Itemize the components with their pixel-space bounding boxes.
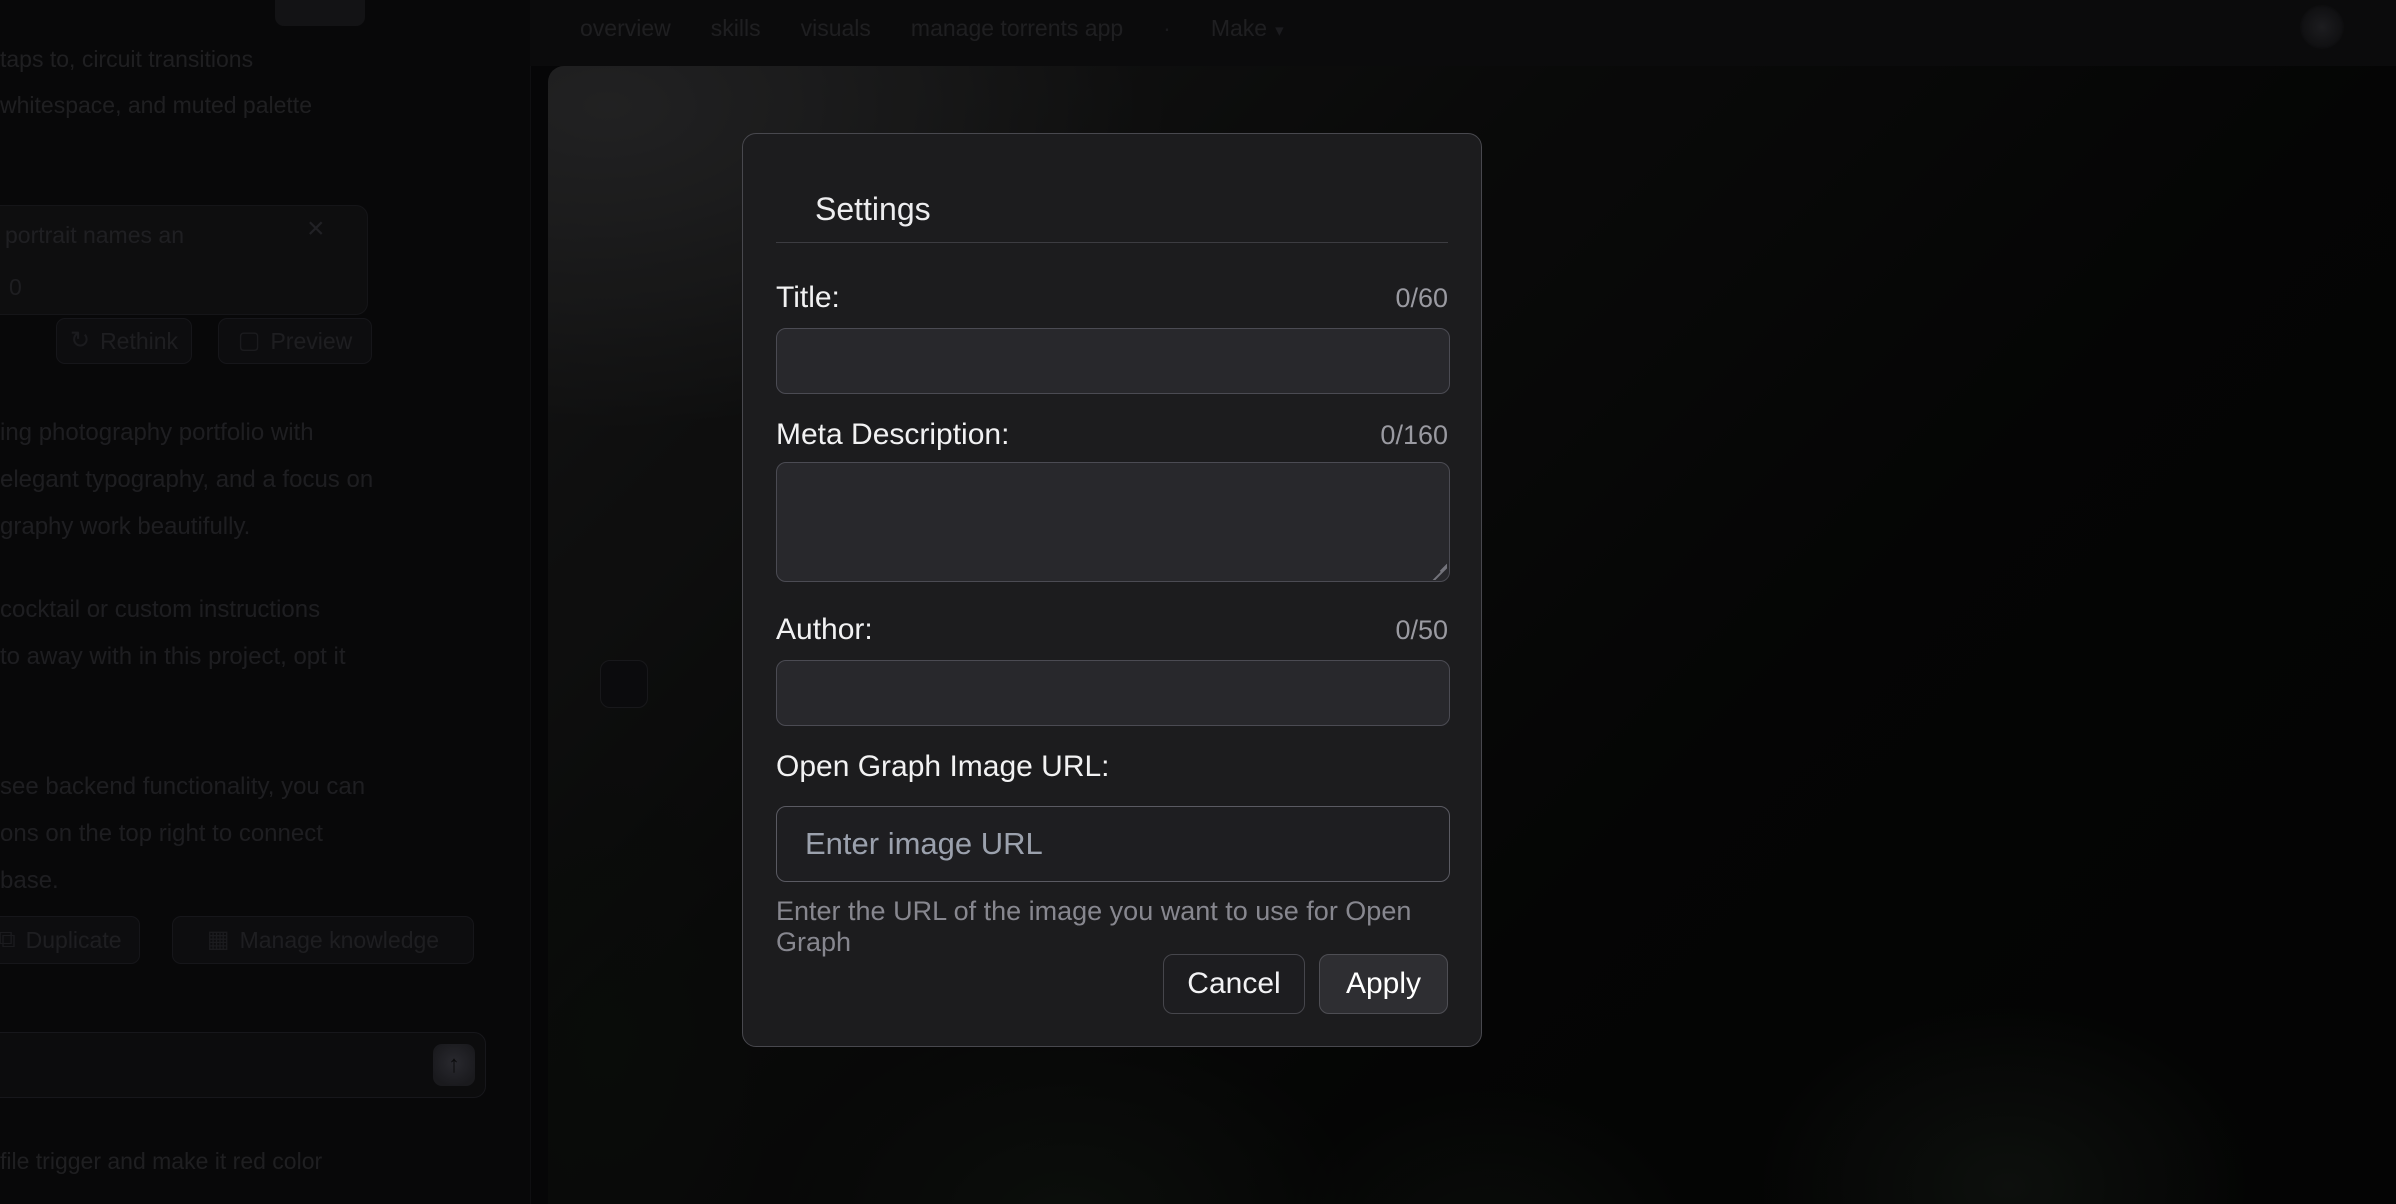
modal-button-row: Cancel Apply — [1163, 954, 1448, 1014]
apply-button[interactable]: Apply — [1319, 954, 1448, 1014]
cancel-button[interactable]: Cancel — [1163, 954, 1305, 1014]
author-label: Author: — [776, 613, 873, 647]
modal-title: Settings — [815, 191, 931, 228]
author-field-row: Author: 0/50 — [776, 613, 1448, 647]
author-input[interactable] — [776, 660, 1450, 726]
app-window: taps to, circuit transitions whitespace,… — [0, 0, 2396, 1204]
og-image-field-row: Open Graph Image URL: — [776, 750, 1448, 784]
meta-description-field-row: Meta Description: 0/160 — [776, 418, 1448, 452]
meta-description-counter: 0/160 — [1380, 420, 1448, 451]
author-counter: 0/50 — [1395, 615, 1448, 646]
modal-divider — [776, 242, 1448, 243]
og-image-label: Open Graph Image URL: — [776, 750, 1110, 784]
title-input[interactable] — [776, 328, 1450, 394]
settings-modal: Settings Title: 0/60 Meta Description: 0… — [742, 133, 1482, 1047]
og-image-url-input[interactable] — [776, 806, 1450, 882]
og-image-helper-text: Enter the URL of the image you want to u… — [776, 896, 1481, 958]
meta-description-label: Meta Description: — [776, 418, 1009, 452]
title-field-row: Title: 0/60 — [776, 281, 1448, 315]
title-label: Title: — [776, 281, 840, 315]
title-counter: 0/60 — [1395, 283, 1448, 314]
meta-description-textarea[interactable] — [776, 462, 1450, 582]
